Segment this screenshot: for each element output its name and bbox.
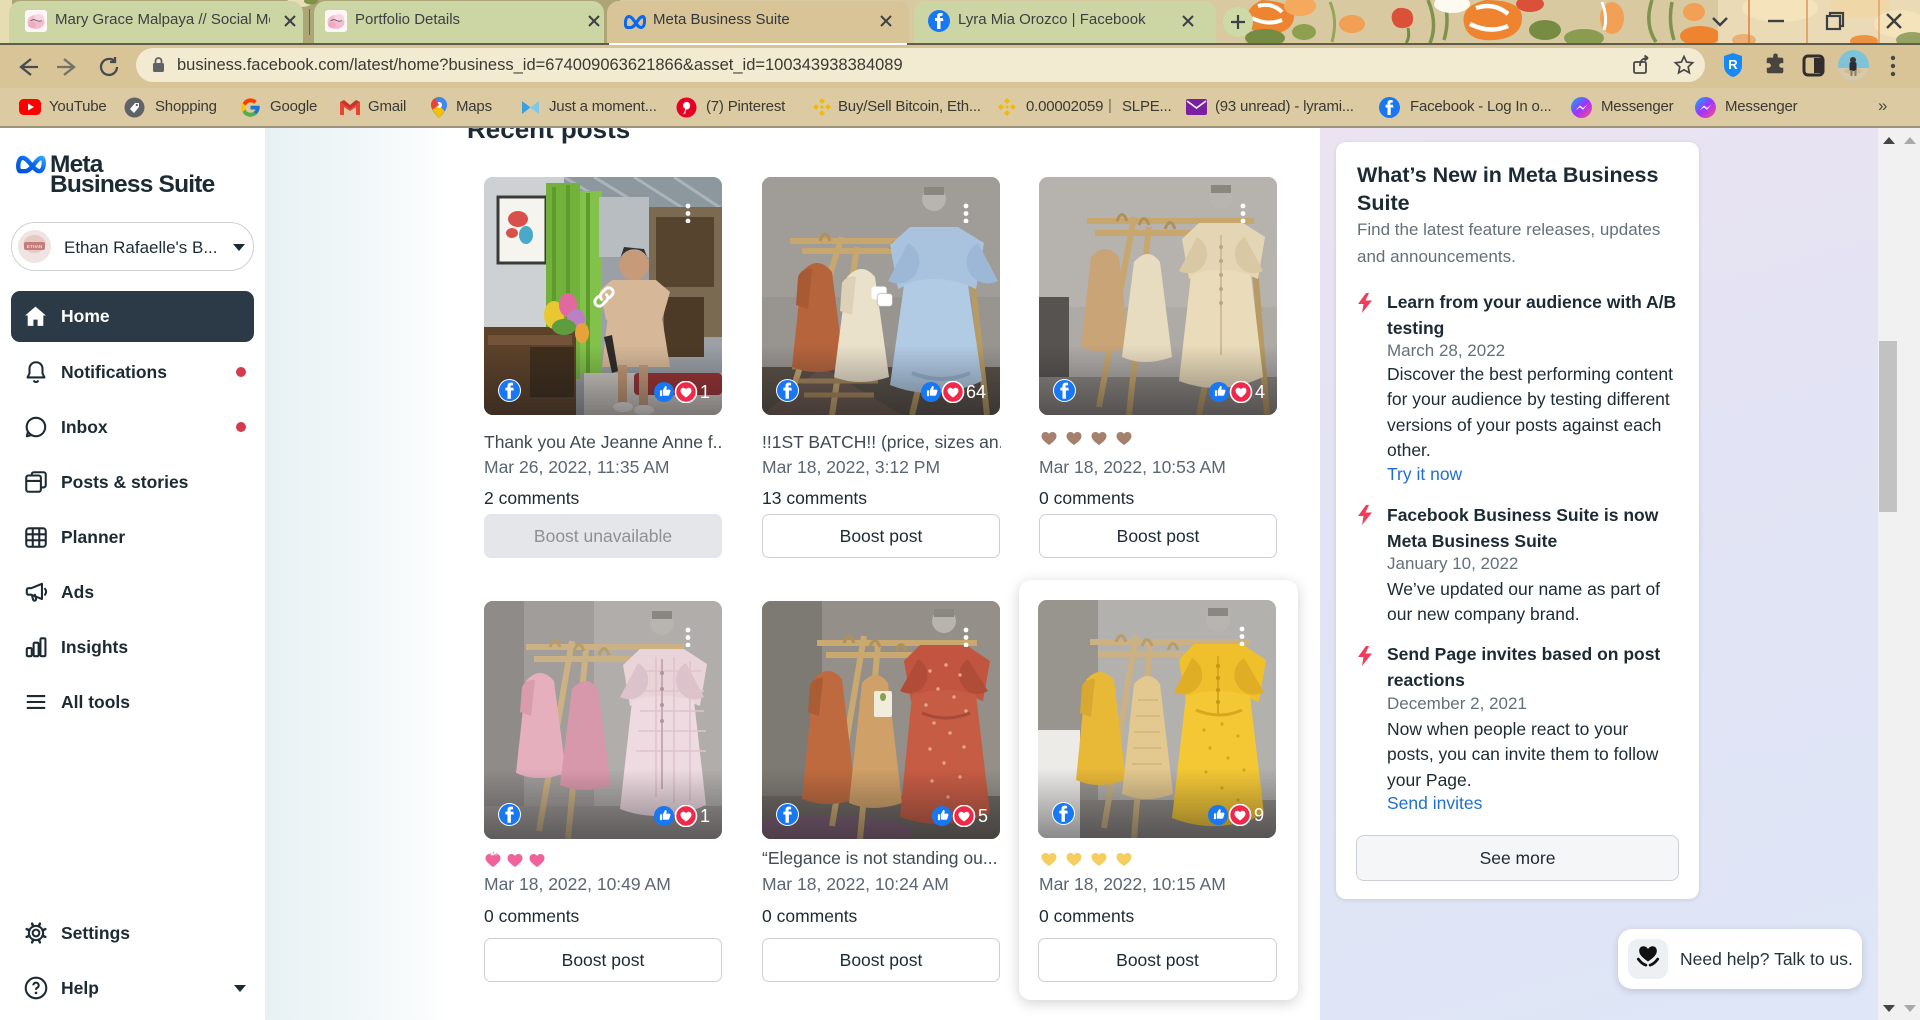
svg-text:ETHAN: ETHAN (27, 244, 42, 249)
svg-text:R: R (1728, 57, 1738, 72)
